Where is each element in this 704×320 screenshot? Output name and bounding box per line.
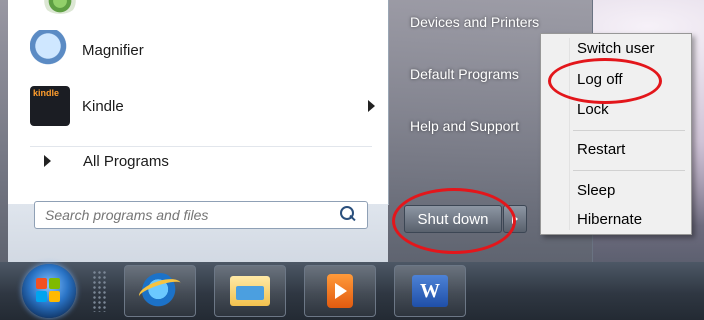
taskbar-word[interactable]: W xyxy=(394,265,466,317)
magnifier-icon xyxy=(30,30,70,70)
program-label: Kindle xyxy=(82,97,124,115)
start-menu: Magnifier kindle Kindle All Programs Dev… xyxy=(0,0,593,262)
taskbar-windows-explorer[interactable] xyxy=(214,265,286,317)
shutdown-button[interactable]: Shut down xyxy=(404,205,502,233)
word-icon: W xyxy=(412,275,448,307)
menu-item-lock[interactable]: Lock xyxy=(577,101,609,118)
menu-separator xyxy=(573,130,685,131)
power-options-menu: Switch user Log off Lock Restart Sleep H… xyxy=(540,33,692,235)
help-and-support-link[interactable]: Help and Support xyxy=(410,118,519,134)
internet-explorer-icon xyxy=(142,273,178,309)
default-programs-link[interactable]: Default Programs xyxy=(410,66,519,82)
taskbar-internet-explorer[interactable] xyxy=(124,265,196,317)
kindle-icon: kindle xyxy=(30,86,70,126)
menu-item-log-off[interactable]: Log off xyxy=(577,71,623,88)
program-kindle[interactable]: kindle Kindle xyxy=(30,86,124,126)
program-label: Magnifier xyxy=(82,41,144,59)
windows-logo-icon xyxy=(36,278,62,304)
search-icon[interactable] xyxy=(337,204,359,226)
menu-gutter xyxy=(569,38,570,230)
taskbar-grip[interactable] xyxy=(92,270,106,312)
menu-item-sleep[interactable]: Sleep xyxy=(577,182,615,199)
menu-item-restart[interactable]: Restart xyxy=(577,141,625,158)
folder-icon xyxy=(230,276,270,306)
taskbar-media-player[interactable] xyxy=(304,265,376,317)
menu-item-switch-user[interactable]: Switch user xyxy=(577,40,655,57)
partial-program-icon xyxy=(42,0,78,14)
devices-and-printers-link[interactable]: Devices and Printers xyxy=(410,14,539,30)
search-box[interactable] xyxy=(34,201,368,229)
media-player-icon xyxy=(327,274,353,308)
menu-separator xyxy=(573,170,685,171)
triangle-right-icon xyxy=(44,155,51,167)
all-programs-label: All Programs xyxy=(83,152,169,170)
all-programs-button[interactable]: All Programs xyxy=(30,144,370,178)
programs-pane: Magnifier kindle Kindle All Programs xyxy=(8,0,389,205)
menu-item-hibernate[interactable]: Hibernate xyxy=(577,211,642,228)
search-input[interactable] xyxy=(43,203,337,227)
submenu-arrow-icon[interactable] xyxy=(368,100,375,112)
shutdown-options-arrow-icon[interactable] xyxy=(503,205,527,233)
program-magnifier[interactable]: Magnifier xyxy=(30,30,144,70)
